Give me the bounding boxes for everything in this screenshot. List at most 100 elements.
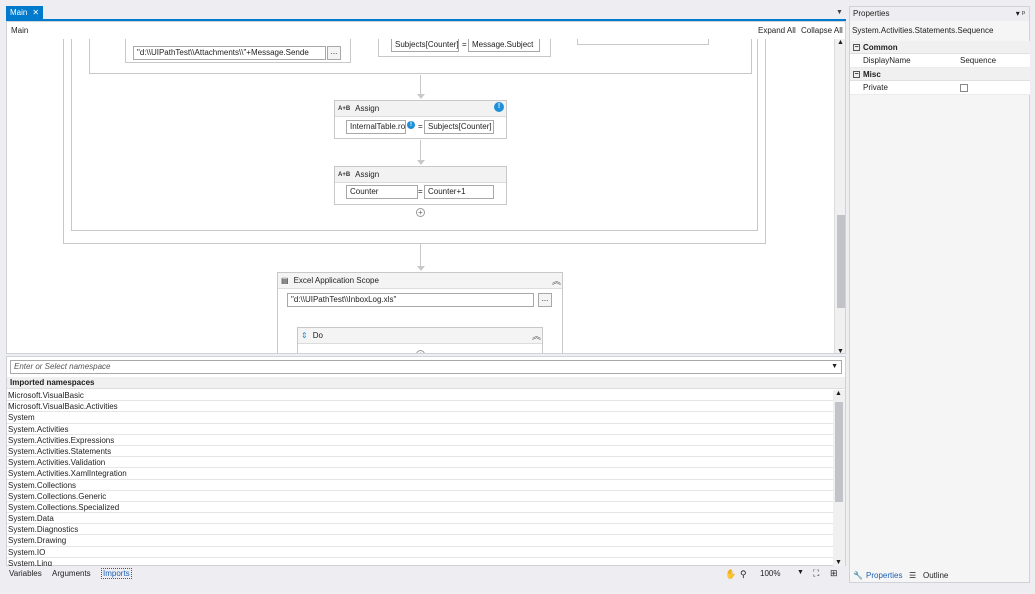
connector-arrow	[417, 160, 425, 165]
pan-hand-icon[interactable]: ✋	[725, 569, 736, 580]
excel-title: Excel Application Scope	[293, 276, 379, 285]
property-row-displayname[interactable]: DisplayName Sequence	[850, 54, 1030, 68]
assign-header: A+B Assign	[335, 167, 506, 183]
collapse-all-button[interactable]: Collapse All	[801, 26, 843, 35]
connector-line	[420, 75, 421, 94]
imports-tab[interactable]: Imports	[101, 568, 132, 579]
do-title: Do	[312, 331, 323, 340]
property-row-private[interactable]: Private	[850, 81, 1030, 95]
assign2-value-field[interactable]: Counter+1	[424, 185, 494, 199]
namespace-scrollbar[interactable]: ▲ ▼	[833, 390, 845, 566]
namespace-row[interactable]: System.Activities.Validation	[7, 457, 833, 469]
namespace-row[interactable]: System.Collections	[7, 480, 833, 491]
private-value	[960, 81, 1030, 94]
scrollbar-thumb[interactable]	[837, 215, 845, 308]
properties-title-label: Properties	[853, 9, 890, 18]
namespace-row[interactable]: System.IO	[7, 547, 833, 558]
do-header: ⇕ Do	[298, 328, 542, 344]
equals-sign: =	[418, 122, 423, 131]
zoom-dropdown-icon[interactable]: ▼	[797, 569, 804, 576]
attachments-path-field[interactable]: "d:\\UIPathTest\\Attachments\\"+Message.…	[133, 46, 326, 60]
private-checkbox[interactable]	[960, 84, 968, 92]
zoom-level[interactable]: 100%	[760, 569, 780, 578]
namespace-row[interactable]: System	[7, 412, 833, 424]
namespace-row[interactable]: System.Collections.Generic	[7, 491, 833, 502]
namespace-list[interactable]: Microsoft.VisualBasic Microsoft.VisualBas…	[7, 390, 833, 566]
assign-title: Assign	[355, 104, 380, 113]
namespace-row[interactable]: System.Data	[7, 513, 833, 525]
message-subject-field[interactable]: Message.Subject	[468, 39, 540, 52]
chevron-down-icon[interactable]: ▼	[831, 361, 838, 373]
pin-icon[interactable]: ▾ ᵖ	[1016, 7, 1025, 21]
tab-outline[interactable]: Outline	[923, 571, 948, 580]
workbook-browse-button[interactable]: ...	[538, 293, 552, 307]
namespace-row[interactable]: System.Drawing	[7, 535, 833, 547]
displayname-value[interactable]: Sequence	[960, 54, 1030, 67]
connector-line	[420, 140, 421, 160]
equals-sign: =	[462, 40, 467, 49]
subjects-counter-field[interactable]: Subjects[Counter]	[391, 39, 459, 52]
equals-sign: =	[418, 187, 423, 196]
breadcrumb[interactable]: Main	[11, 26, 28, 35]
collapse-icon[interactable]: ︽	[552, 274, 561, 287]
collapse-icon[interactable]: ︽	[532, 329, 541, 342]
category-misc[interactable]: − Misc	[850, 68, 1030, 81]
namespace-row[interactable]: Microsoft.VisualBasic	[7, 390, 833, 402]
assign1-value-field[interactable]: Subjects[Counter]	[424, 120, 494, 134]
properties-title: Properties ▾ ᵖ	[850, 7, 1029, 21]
assign-header: A+B Assign	[335, 101, 506, 117]
category-label: Common	[863, 42, 898, 52]
assign1-to-field[interactable]: InternalTable.ro	[346, 120, 406, 134]
property-name: Private	[863, 83, 888, 92]
tab-properties[interactable]: Properties	[866, 571, 902, 580]
scrollbar-thumb[interactable]	[835, 402, 843, 502]
assign2-to-field[interactable]: Counter	[346, 185, 418, 199]
properties-tabs: 🔧 Properties ☰ Outline	[850, 569, 1029, 583]
namespace-row[interactable]: Microsoft.VisualBasic.Activities	[7, 401, 833, 413]
scroll-down-icon[interactable]: ▼	[837, 348, 844, 353]
scroll-down-icon[interactable]: ▼	[835, 559, 842, 566]
namespace-row[interactable]: System.Diagnostics	[7, 524, 833, 536]
excel-header: ▤ Excel Application Scope	[278, 273, 562, 289]
attachments-browse-button[interactable]: ...	[327, 46, 341, 60]
namespace-row[interactable]: System.Collections.Specialized	[7, 502, 833, 514]
workbook-path-field[interactable]: "d:\\UIPathTest\\InboxLog.xls"	[287, 293, 534, 307]
namespace-row[interactable]: System.Activities.XamlIntegration	[7, 468, 833, 480]
property-name: DisplayName	[863, 56, 911, 65]
namespace-placeholder: Enter or Select namespace	[14, 362, 111, 371]
designer-canvas[interactable]: "d:\\UIPathTest\\Attachments\\"+Message.…	[7, 39, 835, 353]
collapse-icon[interactable]: −	[853, 43, 860, 51]
imported-namespaces-header: Imported namespaces	[7, 377, 845, 389]
imports-panel: Enter or Select namespace ▼ Imported nam…	[6, 356, 846, 566]
close-icon[interactable]: ✕	[32, 6, 39, 20]
outline-icon: ☰	[909, 571, 917, 580]
designer-scrollbar[interactable]: ▲ ▼	[834, 39, 845, 353]
tab-main[interactable]: Main ✕	[6, 6, 44, 20]
zoom-magnifier-icon[interactable]: ⚲	[740, 569, 747, 580]
add-activity-icon[interactable]: +	[416, 208, 425, 217]
add-activity-icon[interactable]: +	[416, 350, 425, 353]
namespace-row[interactable]: System.Activities	[7, 424, 833, 435]
scroll-up-icon[interactable]: ▲	[837, 39, 844, 46]
chevron-down-icon[interactable]: ▼	[836, 9, 843, 16]
fit-to-screen-icon[interactable]: ⛶	[813, 568, 819, 579]
wrench-icon: 🔧	[853, 571, 863, 580]
arguments-tab[interactable]: Arguments	[52, 569, 91, 578]
overview-map-icon[interactable]: ⊞	[830, 568, 838, 579]
namespace-row[interactable]: System.Linq	[7, 558, 833, 566]
info-icon[interactable]: !	[494, 102, 504, 112]
collapse-icon[interactable]: −	[853, 70, 860, 78]
assign-title: Assign	[355, 170, 380, 179]
excel-icon: ▤	[281, 276, 289, 285]
expand-all-button[interactable]: Expand All	[758, 26, 796, 35]
info-icon: !	[407, 121, 415, 129]
namespace-row[interactable]: System.Activities.Statements	[7, 446, 833, 458]
namespace-row[interactable]: System.Activities.Expressions	[7, 435, 833, 446]
scroll-up-icon[interactable]: ▲	[835, 390, 842, 397]
variables-tab[interactable]: Variables	[9, 569, 42, 578]
category-common[interactable]: − Common	[850, 41, 1030, 54]
assign-icon: A+B	[338, 105, 351, 112]
namespace-input[interactable]: Enter or Select namespace ▼	[10, 360, 842, 374]
tab-main-label: Main	[10, 8, 28, 17]
document-tab-strip	[0, 0, 848, 20]
